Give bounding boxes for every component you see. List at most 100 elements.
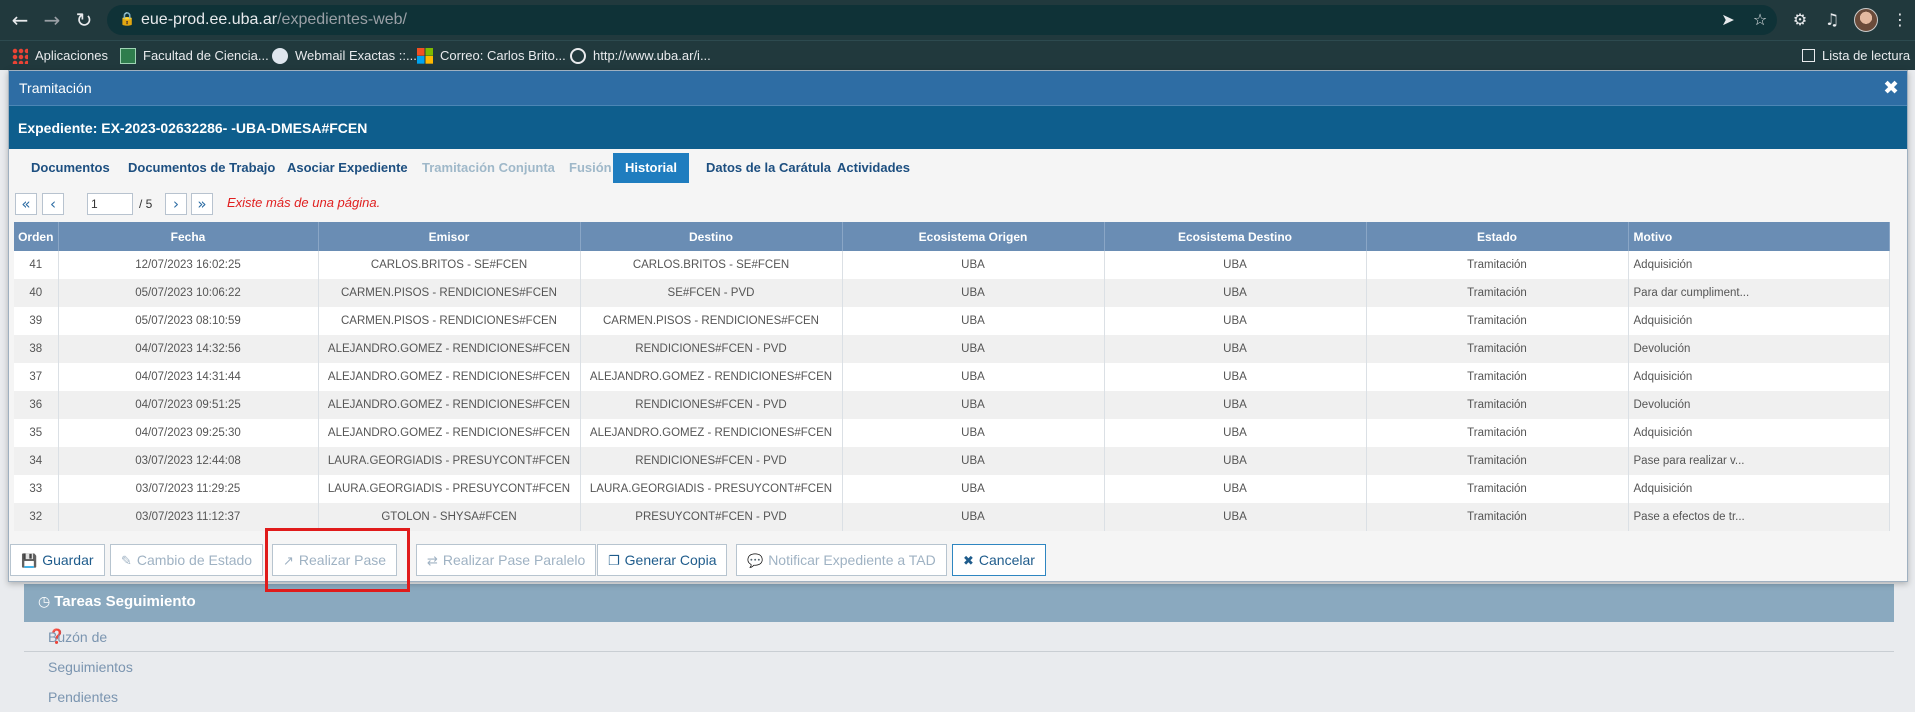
cell-fecha: 04/07/2023 09:25:30: [58, 419, 319, 447]
cell-motivo: Pase a efectos de tr...: [1628, 503, 1890, 531]
cell-ecosistema-origen: UBA: [842, 307, 1105, 335]
cell-destino: CARLOS.BRITOS - SE#FCEN: [580, 251, 843, 279]
bookmark-apps[interactable]: Aplicaciones: [12, 41, 108, 71]
col-ecosistema-destino[interactable]: Ecosistema Destino: [1104, 222, 1367, 251]
profile-avatar[interactable]: [1854, 8, 1878, 32]
close-icon[interactable]: ✖: [1883, 76, 1899, 100]
table-row[interactable]: 37 04/07/2023 14:31:44 ALEJANDRO.GOMEZ - R…: [14, 363, 1890, 391]
table-body: 41 12/07/2023 16:02:25 CARLOS.BRITOS - SE#…: [14, 251, 1890, 531]
page-total: / 5: [139, 197, 153, 211]
tareas-seguimiento-title: ◷ Tareas Seguimiento: [38, 593, 196, 610]
edit-icon: ✎: [121, 554, 132, 569]
cell-fecha: 04/07/2023 09:51:25: [58, 391, 319, 419]
realizar-pase-paralelo-button[interactable]: ⇄ Realizar Pase Paralelo: [416, 544, 597, 576]
table-row[interactable]: 34 03/07/2023 12:44:08 LAURA.GEORGIADIS - …: [14, 447, 1890, 475]
cell-orden: 32: [14, 503, 59, 531]
table-row[interactable]: 38 04/07/2023 14:32:56 ALEJANDRO.GOMEZ - R…: [14, 335, 1890, 363]
cell-orden: 36: [14, 391, 59, 419]
cell-motivo: Devolución: [1628, 335, 1890, 363]
multi-page-warning: Existe más de una página.: [227, 195, 381, 210]
cell-ecosistema-origen: UBA: [842, 419, 1105, 447]
cancelar-button[interactable]: ✖ Cancelar: [952, 544, 1046, 576]
bookmark-correo[interactable]: Correo: Carlos Brito...: [417, 41, 566, 71]
browser-toolbar: ← → ↻ 🔒 eue-prod.ee.uba.ar/expedientes-w…: [0, 0, 1915, 40]
cell-orden: 40: [14, 279, 59, 307]
cell-estado: Tramitación: [1366, 279, 1629, 307]
table-row[interactable]: 33 03/07/2023 11:29:25 LAURA.GEORGIADIS - …: [14, 475, 1890, 503]
modal-title: Tramitación: [9, 71, 1907, 105]
cancelar-label: Cancelar: [978, 552, 1035, 568]
table-row[interactable]: 32 03/07/2023 11:12:37 GTOLON - SHYSA#FCEN…: [14, 503, 1890, 531]
back-icon[interactable]: ←: [8, 8, 32, 32]
cell-emisor: CARMEN.PISOS - RENDICIONES#FCEN: [318, 307, 581, 335]
table-row[interactable]: 40 05/07/2023 10:06:22 CARMEN.PISOS - REND…: [14, 279, 1890, 307]
bookmark-label: http://www.uba.ar/i...: [593, 48, 711, 63]
col-fecha[interactable]: Fecha: [58, 222, 319, 251]
col-destino[interactable]: Destino: [580, 222, 843, 251]
cell-estado: Tramitación: [1366, 363, 1629, 391]
apps-grid-icon: [12, 47, 28, 64]
table-row[interactable]: 41 12/07/2023 16:02:25 CARLOS.BRITOS - SE#…: [14, 251, 1890, 279]
page-number-input[interactable]: 1: [87, 193, 133, 215]
cell-orden: 39: [14, 307, 59, 335]
bookmark-webmail[interactable]: Webmail Exactas ::...: [272, 41, 417, 71]
bookmark-facultad[interactable]: Facultad de Ciencia...: [120, 41, 269, 71]
cell-motivo: Pase para realizar v...: [1628, 447, 1890, 475]
cell-ecosistema-destino: UBA: [1104, 503, 1367, 531]
forward-icon[interactable]: →: [40, 8, 64, 32]
cell-emisor: ALEJANDRO.GOMEZ - RENDICIONES#FCEN: [318, 419, 581, 447]
prev-page-button[interactable]: ‹: [42, 193, 64, 215]
tab-documentos[interactable]: Documentos: [19, 153, 122, 183]
cell-estado: Tramitación: [1366, 447, 1629, 475]
tab-actividades[interactable]: Actividades: [825, 153, 922, 183]
reading-list[interactable]: Lista de lectura: [1802, 41, 1910, 71]
bookmark-uba[interactable]: http://www.uba.ar/i...: [570, 41, 711, 71]
cell-ecosistema-destino: UBA: [1104, 251, 1367, 279]
table-row[interactable]: 39 05/07/2023 08:10:59 CARMEN.PISOS - REND…: [14, 307, 1890, 335]
buzon-row[interactable]: ❓ Buzón de Seguimientos Pendientes: [24, 622, 1894, 705]
cell-destino: RENDICIONES#FCEN - PVD: [580, 335, 843, 363]
col-motivo[interactable]: Motivo: [1628, 222, 1890, 251]
guardar-button[interactable]: 💾 Guardar: [10, 544, 105, 576]
cell-fecha: 05/07/2023 10:06:22: [58, 279, 319, 307]
cell-ecosistema-destino: UBA: [1104, 363, 1367, 391]
table-row[interactable]: 36 04/07/2023 09:51:25 ALEJANDRO.GOMEZ - R…: [14, 391, 1890, 419]
address-bar[interactable]: 🔒 eue-prod.ee.uba.ar/expedientes-web/: [107, 5, 1777, 35]
cell-motivo: Adquisición: [1628, 251, 1890, 279]
first-page-button[interactable]: «: [15, 193, 37, 215]
tab-documentos-trabajo[interactable]: Documentos de Trabajo: [116, 153, 287, 183]
media-icon[interactable]: ♫: [1820, 8, 1844, 32]
cell-ecosistema-destino: UBA: [1104, 447, 1367, 475]
cell-destino: SE#FCEN - PVD: [580, 279, 843, 307]
realizar-pase-paralelo-label: Realizar Pase Paralelo: [442, 552, 586, 568]
col-orden[interactable]: Orden: [14, 222, 59, 251]
cell-emisor: ALEJANDRO.GOMEZ - RENDICIONES#FCEN: [318, 391, 581, 419]
next-page-button[interactable]: ›: [165, 193, 187, 215]
table-row[interactable]: 35 04/07/2023 09:25:30 ALEJANDRO.GOMEZ - R…: [14, 419, 1890, 447]
cell-fecha: 03/07/2023 11:12:37: [58, 503, 319, 531]
cell-fecha: 03/07/2023 11:29:25: [58, 475, 319, 503]
cell-ecosistema-origen: UBA: [842, 503, 1105, 531]
generar-copia-button[interactable]: ❐ Generar Copia: [597, 544, 728, 576]
menu-icon[interactable]: ⋮: [1888, 8, 1912, 32]
cell-fecha: 12/07/2023 16:02:25: [58, 251, 319, 279]
last-page-button[interactable]: »: [191, 193, 213, 215]
col-emisor[interactable]: Emisor: [318, 222, 581, 251]
col-estado[interactable]: Estado: [1366, 222, 1629, 251]
cell-ecosistema-destino: UBA: [1104, 279, 1367, 307]
extensions-icon[interactable]: ⚙: [1788, 8, 1812, 32]
cell-estado: Tramitación: [1366, 335, 1629, 363]
send-icon[interactable]: ➤: [1716, 8, 1740, 32]
tab-historial[interactable]: Historial: [613, 153, 690, 183]
col-ecosistema-origen[interactable]: Ecosistema Origen: [842, 222, 1105, 251]
tab-datos-caratula[interactable]: Datos de la Carátula: [694, 153, 843, 183]
comment-icon: 💬: [747, 554, 764, 569]
cell-ecosistema-origen: UBA: [842, 475, 1105, 503]
cell-destino: ALEJANDRO.GOMEZ - RENDICIONES#FCEN: [580, 419, 843, 447]
star-icon[interactable]: ☆: [1748, 8, 1772, 32]
url-host: eue-prod.ee.uba.ar: [141, 11, 278, 28]
reload-icon[interactable]: ↻: [72, 8, 96, 32]
cell-fecha: 04/07/2023 14:32:56: [58, 335, 319, 363]
globe-icon: [570, 47, 586, 64]
tab-asociar-expediente[interactable]: Asociar Expediente: [275, 153, 420, 183]
